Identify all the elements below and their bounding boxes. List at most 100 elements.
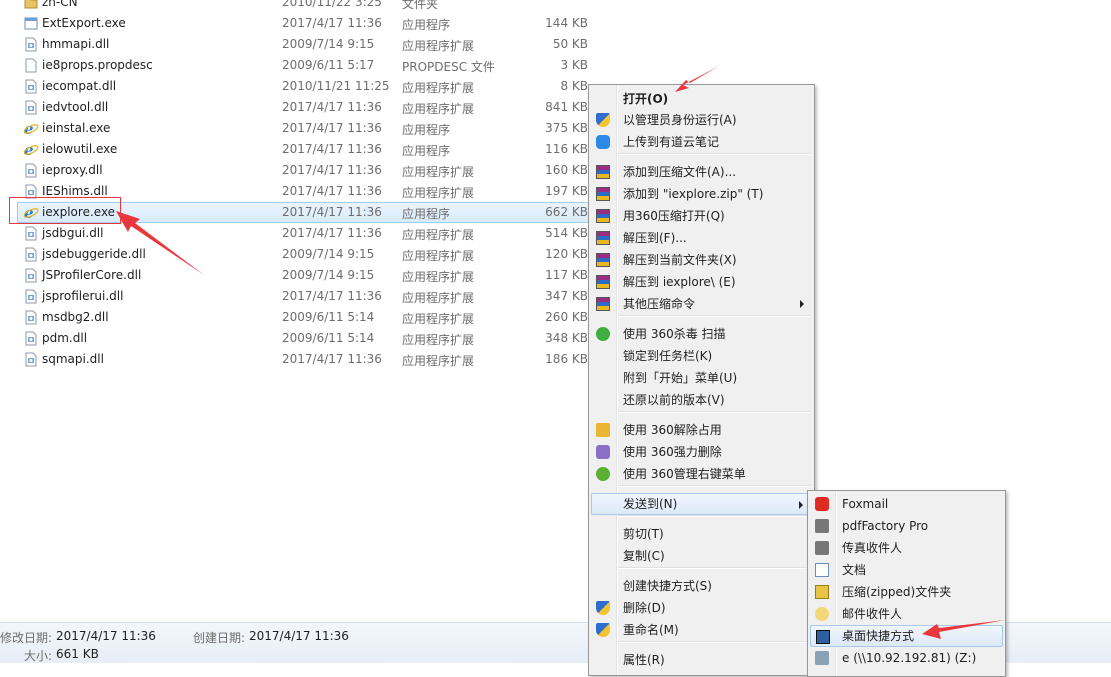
context-menu-item[interactable]: 添加到 "iexplore.zip" (T) bbox=[591, 183, 812, 205]
context-menu-item[interactable]: 打开(O) bbox=[591, 88, 812, 110]
foxmail-icon bbox=[815, 497, 829, 511]
file-name: msdbg2.dll bbox=[42, 310, 109, 324]
file-row[interactable]: sqmapi.dll 2017/4/17 11:36 应用程序扩展 186 KB bbox=[0, 349, 1111, 370]
context-menu-item[interactable]: 删除(D) bbox=[591, 597, 812, 619]
file-name: ieinstal.exe bbox=[42, 121, 111, 135]
file-icon bbox=[24, 58, 38, 73]
context-menu-item[interactable]: 其他压缩命令 bbox=[591, 293, 812, 315]
context-menu-item[interactable]: 还原以前的版本(V) bbox=[591, 389, 812, 411]
file-size: 348 KB bbox=[545, 331, 588, 345]
context-menu-item[interactable]: 解压到 iexplore\ (E) bbox=[591, 271, 812, 293]
ie-icon: e bbox=[23, 120, 39, 138]
menu-separator bbox=[618, 515, 810, 517]
file-type: 应用程序扩展 bbox=[402, 186, 475, 200]
send-to-item[interactable]: pdfFactory Pro bbox=[810, 515, 1003, 537]
context-menu-item[interactable]: 复制(C) bbox=[591, 545, 812, 567]
file-type: 应用程序扩展 bbox=[402, 354, 475, 368]
file-name: jsdebuggeride.dll bbox=[42, 247, 146, 261]
file-row[interactable]: zh-CN 2010/11/22 3:25 文件夹 bbox=[0, 0, 1111, 13]
submenu-arrow-icon bbox=[799, 501, 803, 509]
file-date: 2017/4/17 11:36 bbox=[282, 289, 382, 303]
file-name: JSProfilerCore.dll bbox=[42, 268, 142, 282]
winrar-icon bbox=[596, 275, 610, 289]
file-row[interactable]: jsdebuggeride.dll 2009/7/14 9:15 应用程序扩展 120… bbox=[0, 244, 1111, 265]
menu-item-label: 属性(R) bbox=[623, 653, 665, 667]
file-row[interactable]: pdm.dll 2009/6/11 5:14 应用程序扩展 348 KB bbox=[0, 328, 1111, 349]
file-name: hmmapi.dll bbox=[42, 37, 110, 51]
360-antivirus-icon bbox=[596, 327, 610, 341]
menu-item-label: 文档 bbox=[842, 563, 867, 577]
file-type: 文件夹 bbox=[402, 0, 439, 11]
context-menu-item[interactable]: 使用 360杀毒 扫描 bbox=[591, 323, 812, 345]
context-menu-item[interactable]: 用360压缩打开(Q) bbox=[591, 205, 812, 227]
context-menu-item[interactable]: 创建快捷方式(S) bbox=[591, 575, 812, 597]
file-type: 应用程序 bbox=[402, 123, 451, 137]
send-to-item[interactable]: Foxmail bbox=[810, 493, 1003, 515]
file-row[interactable]: JSProfilerCore.dll 2009/7/14 9:15 应用程序扩展 11… bbox=[0, 265, 1111, 286]
menu-item-label: 邮件收件人 bbox=[842, 607, 903, 621]
file-type: 应用程序 bbox=[402, 144, 451, 158]
file-row[interactable]: ie8props.propdesc 2009/6/11 5:17 PROPDESC … bbox=[0, 55, 1111, 76]
context-menu-item[interactable]: 属性(R) bbox=[591, 649, 812, 671]
file-row[interactable]: e ielowutil.exe 2017/4/17 11:36 应用程序 116 KB bbox=[0, 139, 1111, 160]
context-menu-item[interactable]: 添加到压缩文件(A)... bbox=[591, 161, 812, 183]
file-row[interactable]: IEShims.dll 2017/4/17 11:36 应用程序扩展 197 KB bbox=[0, 181, 1111, 202]
context-menu-item[interactable]: 上传到有道云笔记 bbox=[591, 131, 812, 153]
file-name: ieproxy.dll bbox=[42, 163, 103, 177]
file-name: jsprofilerui.dll bbox=[42, 289, 124, 303]
menu-separator bbox=[618, 411, 810, 413]
file-row[interactable]: ExtExport.exe 2017/4/17 11:36 应用程序 144 KB bbox=[0, 13, 1111, 34]
file-row[interactable]: e iexplore.exe 2017/4/17 11:36 应用程序 662 KB bbox=[0, 202, 1111, 223]
file-row[interactable]: msdbg2.dll 2009/6/11 5:14 应用程序扩展 260 KB bbox=[0, 307, 1111, 328]
winrar-icon bbox=[596, 165, 610, 179]
menu-item-label: 桌面快捷方式 bbox=[842, 629, 915, 643]
context-menu-item[interactable]: 剪切(T) bbox=[591, 523, 812, 545]
menu-item-label: 解压到(F)... bbox=[623, 231, 687, 245]
file-row[interactable]: ieproxy.dll 2017/4/17 11:36 应用程序扩展 160 KB bbox=[0, 160, 1111, 181]
context-menu-item[interactable]: 附到「开始」菜单(U) bbox=[591, 367, 812, 389]
context-menu-item[interactable]: 以管理员身份运行(A) bbox=[591, 109, 812, 131]
context-menu-item[interactable]: 重命名(M) bbox=[591, 619, 812, 641]
file-name: iedvtool.dll bbox=[42, 100, 109, 114]
context-menu: 打开(O) 以管理员身份运行(A) 上传到有道云笔记 添加到压缩文件(A)... 添加到… bbox=[588, 84, 815, 676]
file-name: zh-CN bbox=[42, 0, 78, 9]
file-size: 186 KB bbox=[545, 352, 588, 366]
send-to-item[interactable]: 传真收件人 bbox=[810, 537, 1003, 559]
file-date: 2017/4/17 11:36 bbox=[282, 100, 382, 114]
send-to-item[interactable]: 桌面快捷方式 bbox=[810, 625, 1003, 647]
file-row[interactable]: iecompat.dll 2010/11/21 11:25 应用程序扩展 8 KB bbox=[0, 76, 1111, 97]
file-type: 应用程序扩展 bbox=[402, 249, 475, 263]
dll-icon bbox=[24, 226, 38, 241]
send-to-item[interactable]: 邮件收件人 bbox=[810, 603, 1003, 625]
winrar-icon bbox=[596, 253, 610, 267]
file-row[interactable]: e ieinstal.exe 2017/4/17 11:36 应用程序 375 KB bbox=[0, 118, 1111, 139]
context-menu-item[interactable]: 使用 360解除占用 bbox=[591, 419, 812, 441]
context-menu-item[interactable]: 使用 360强力删除 bbox=[591, 441, 812, 463]
menu-item-label: 打开(O) bbox=[623, 92, 669, 106]
size-label: 大小: bbox=[24, 649, 53, 663]
send-to-item[interactable]: 文档 bbox=[810, 559, 1003, 581]
winrar-icon bbox=[596, 187, 610, 201]
created-value: 2017/4/17 11:36 bbox=[249, 629, 349, 643]
file-date: 2017/4/17 11:36 bbox=[282, 16, 382, 30]
send-to-item[interactable]: e (\\10.92.192.81) (Z:) bbox=[810, 647, 1003, 669]
file-date: 2017/4/17 11:36 bbox=[282, 352, 382, 366]
fax-icon bbox=[815, 541, 829, 555]
file-type: 应用程序扩展 bbox=[402, 39, 475, 53]
file-type: 应用程序 bbox=[402, 207, 451, 221]
file-row[interactable]: jsdbgui.dll 2017/4/17 11:36 应用程序扩展 514 KB bbox=[0, 223, 1111, 244]
file-size: 50 KB bbox=[552, 37, 588, 51]
context-menu-item[interactable]: 解压到(F)... bbox=[591, 227, 812, 249]
file-row[interactable]: hmmapi.dll 2009/7/14 9:15 应用程序扩展 50 KB bbox=[0, 34, 1111, 55]
context-menu-item[interactable]: 发送到(N) bbox=[591, 493, 812, 515]
modified-value: 2017/4/17 11:36 bbox=[56, 629, 156, 643]
context-menu-item[interactable]: 使用 360管理右键菜单 bbox=[591, 463, 812, 485]
zip-folder-icon bbox=[815, 585, 829, 599]
menu-item-label: 使用 360强力删除 bbox=[623, 445, 722, 459]
menu-separator bbox=[618, 315, 810, 317]
file-row[interactable]: jsprofilerui.dll 2017/4/17 11:36 应用程序扩展 347… bbox=[0, 286, 1111, 307]
send-to-item[interactable]: 压缩(zipped)文件夹 bbox=[810, 581, 1003, 603]
context-menu-item[interactable]: 解压到当前文件夹(X) bbox=[591, 249, 812, 271]
context-menu-item[interactable]: 锁定到任务栏(K) bbox=[591, 345, 812, 367]
file-row[interactable]: iedvtool.dll 2017/4/17 11:36 应用程序扩展 841 KB bbox=[0, 97, 1111, 118]
